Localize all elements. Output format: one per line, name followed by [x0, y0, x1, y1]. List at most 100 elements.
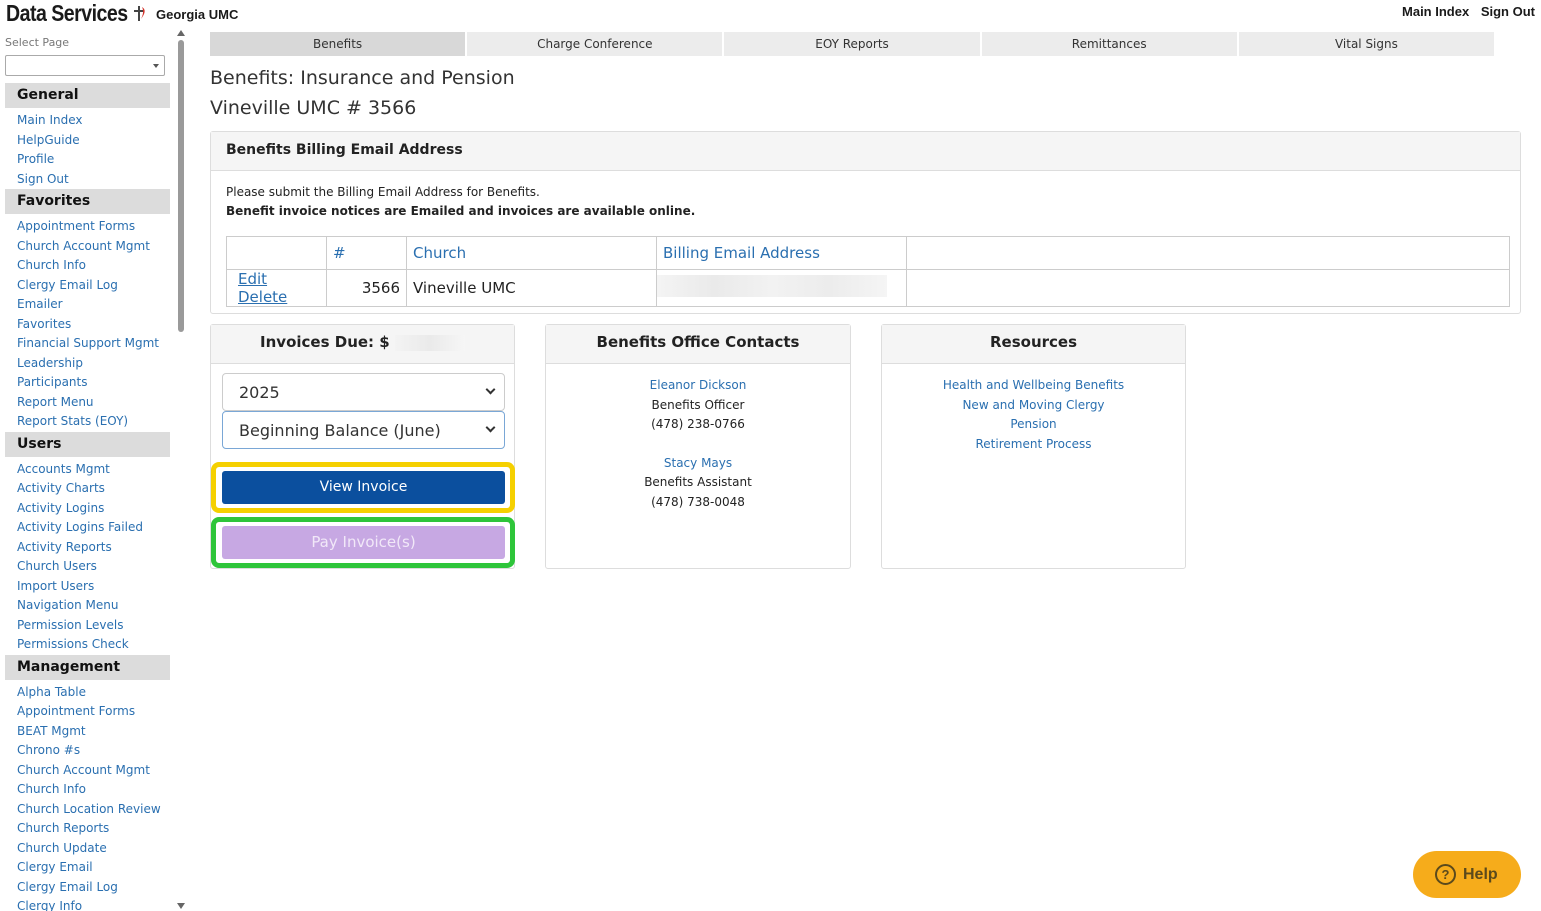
nav-section-management: Management	[5, 654, 170, 680]
period-select[interactable]: Beginning Balance (June)	[222, 411, 505, 449]
tab-remittances[interactable]: Remittances	[981, 32, 1239, 56]
sidebar-scrollbar[interactable]	[176, 30, 186, 911]
billing-email-panel: Benefits Billing Email Address Please su…	[210, 131, 1521, 314]
invoices-panel: Invoices Due: $ 2025 Beginning Balance (…	[210, 324, 515, 569]
tab-bar: Benefits Charge Conference EOY Reports R…	[210, 32, 1497, 56]
sidebar-item[interactable]: Church Reports	[5, 819, 170, 839]
year-select[interactable]: 2025	[222, 373, 505, 411]
column-header-church[interactable]: Church	[406, 236, 657, 270]
sidebar-item[interactable]: Participants	[5, 373, 170, 393]
sidebar-item[interactable]: Favorites	[5, 315, 170, 335]
chevron-down-icon	[485, 422, 496, 433]
redacted-amount	[394, 334, 465, 351]
contact-name-link[interactable]: Eleanor Dickson	[650, 378, 747, 392]
billing-email-cell	[656, 269, 907, 307]
sidebar-item[interactable]: Church Location Review	[5, 800, 170, 820]
view-invoice-button[interactable]: View Invoice	[222, 471, 505, 504]
help-button[interactable]: ? Help	[1413, 851, 1521, 898]
sidebar-item[interactable]: Activity Logins Failed	[5, 518, 170, 538]
sidebar-item[interactable]: Church Update	[5, 839, 170, 859]
contact-phone: (478) 238-0766	[651, 417, 745, 431]
sidebar-item[interactable]: Clergy Info	[5, 897, 170, 911]
top-links: Main Index Sign Out	[1394, 4, 1535, 19]
sidebar-item[interactable]: Alpha Table	[5, 683, 170, 703]
question-circle-icon: ?	[1435, 864, 1456, 885]
column-header-number[interactable]: #	[326, 236, 407, 270]
billing-table: # Church Billing Email Address Edit Dele…	[226, 236, 1510, 307]
sidebar-item-profile[interactable]: Profile	[5, 150, 170, 170]
sidebar: Select Page General Main Index HelpGuide…	[0, 30, 190, 911]
row-actions: Edit Delete	[226, 269, 327, 307]
sidebar-item[interactable]: Emailer	[5, 295, 170, 315]
sidebar-item[interactable]: Permission Levels	[5, 616, 170, 636]
sidebar-item-main-index[interactable]: Main Index	[5, 111, 170, 131]
contacts-body: Eleanor Dickson Benefits Officer (478) 2…	[546, 364, 850, 512]
column-header-billing-email[interactable]: Billing Email Address	[656, 236, 907, 270]
sidebar-item[interactable]: Church Info	[5, 780, 170, 800]
org-name: Georgia UMC	[156, 7, 239, 22]
contacts-heading: Benefits Office Contacts	[546, 325, 850, 364]
sidebar-item[interactable]: Appointment Forms	[5, 702, 170, 722]
sidebar-item[interactable]: Appointment Forms	[5, 217, 170, 237]
delete-link[interactable]: Delete	[238, 288, 287, 306]
sidebar-item[interactable]: Permissions Check	[5, 635, 170, 655]
top-header: Data Services Georgia UMC Main Index Sig…	[0, 0, 1541, 26]
resource-link[interactable]: Retirement Process	[976, 437, 1092, 451]
sidebar-item[interactable]: Accounts Mgmt	[5, 460, 170, 480]
main-index-link[interactable]: Main Index	[1402, 4, 1469, 19]
chevron-down-icon	[485, 384, 496, 395]
nav-section-general: General	[5, 83, 170, 108]
resource-link[interactable]: Pension	[1010, 417, 1056, 431]
scroll-down-arrow-icon[interactable]	[177, 903, 185, 909]
sidebar-item[interactable]: Church Info	[5, 256, 170, 276]
select-page-dropdown[interactable]	[5, 55, 165, 76]
sidebar-item-helpguide[interactable]: HelpGuide	[5, 131, 170, 151]
year-select-value: 2025	[239, 383, 280, 402]
resource-link[interactable]: New and Moving Clergy	[962, 398, 1104, 412]
column-header-blank	[906, 236, 1510, 270]
resources-body: Health and Wellbeing Benefits New and Mo…	[882, 364, 1185, 454]
sidebar-item[interactable]: Activity Charts	[5, 479, 170, 499]
contact-phone: (478) 738-0048	[651, 494, 745, 509]
sidebar-item[interactable]: Report Stats (EOY)	[5, 412, 170, 432]
resources-heading: Resources	[882, 325, 1185, 364]
contact-name-link[interactable]: Stacy Mays	[664, 456, 732, 470]
billing-notice: Benefit invoice notices are Emailed and …	[226, 204, 696, 218]
pay-invoices-button[interactable]: Pay Invoice(s)	[222, 526, 505, 559]
sidebar-nav: General Main Index HelpGuide Profile Sig…	[5, 83, 170, 911]
sidebar-item[interactable]: Clergy Email Log	[5, 878, 170, 898]
sign-out-link[interactable]: Sign Out	[1481, 4, 1535, 19]
sidebar-item[interactable]: BEAT Mgmt	[5, 722, 170, 742]
sidebar-item[interactable]: Navigation Menu	[5, 596, 170, 616]
sidebar-item[interactable]: Report Menu	[5, 393, 170, 413]
period-select-value: Beginning Balance (June)	[239, 421, 441, 440]
contact-role: Benefits Officer	[651, 397, 745, 412]
sidebar-item[interactable]: Clergy Email	[5, 858, 170, 878]
sidebar-item[interactable]: Activity Logins	[5, 499, 170, 519]
benefits-contacts-panel: Benefits Office Contacts Eleanor Dickson…	[545, 324, 851, 569]
sidebar-item[interactable]: Church Users	[5, 557, 170, 577]
sidebar-item[interactable]: Church Account Mgmt	[5, 237, 170, 257]
edit-link[interactable]: Edit	[238, 270, 267, 288]
help-label: Help	[1463, 866, 1498, 883]
tab-eoy-reports[interactable]: EOY Reports	[724, 32, 982, 56]
billing-instruction: Please submit the Billing Email Address …	[226, 185, 540, 199]
sidebar-item[interactable]: Clergy Email Log	[5, 276, 170, 296]
scroll-up-arrow-icon[interactable]	[177, 30, 185, 36]
sidebar-item-sign-out[interactable]: Sign Out	[5, 170, 170, 190]
resources-panel: Resources Health and Wellbeing Benefits …	[881, 324, 1186, 569]
scrollbar-thumb[interactable]	[178, 40, 184, 332]
sidebar-item[interactable]: Financial Support Mgmt	[5, 334, 170, 354]
sidebar-item[interactable]: Chrono #s	[5, 741, 170, 761]
sidebar-item[interactable]: Leadership	[5, 354, 170, 374]
sidebar-item[interactable]: Church Account Mgmt	[5, 761, 170, 781]
tab-benefits[interactable]: Benefits	[210, 32, 468, 56]
tab-vital-signs[interactable]: Vital Signs	[1238, 32, 1497, 56]
resource-link[interactable]: Health and Wellbeing Benefits	[943, 378, 1124, 392]
brand-title: Data Services	[6, 0, 128, 26]
tab-charge-conference[interactable]: Charge Conference	[467, 32, 725, 56]
sidebar-item[interactable]: Import Users	[5, 577, 170, 597]
page-subtitle: Vineville UMC # 3566	[210, 97, 417, 119]
select-page-label: Select Page	[5, 36, 70, 49]
sidebar-item[interactable]: Activity Reports	[5, 538, 170, 558]
